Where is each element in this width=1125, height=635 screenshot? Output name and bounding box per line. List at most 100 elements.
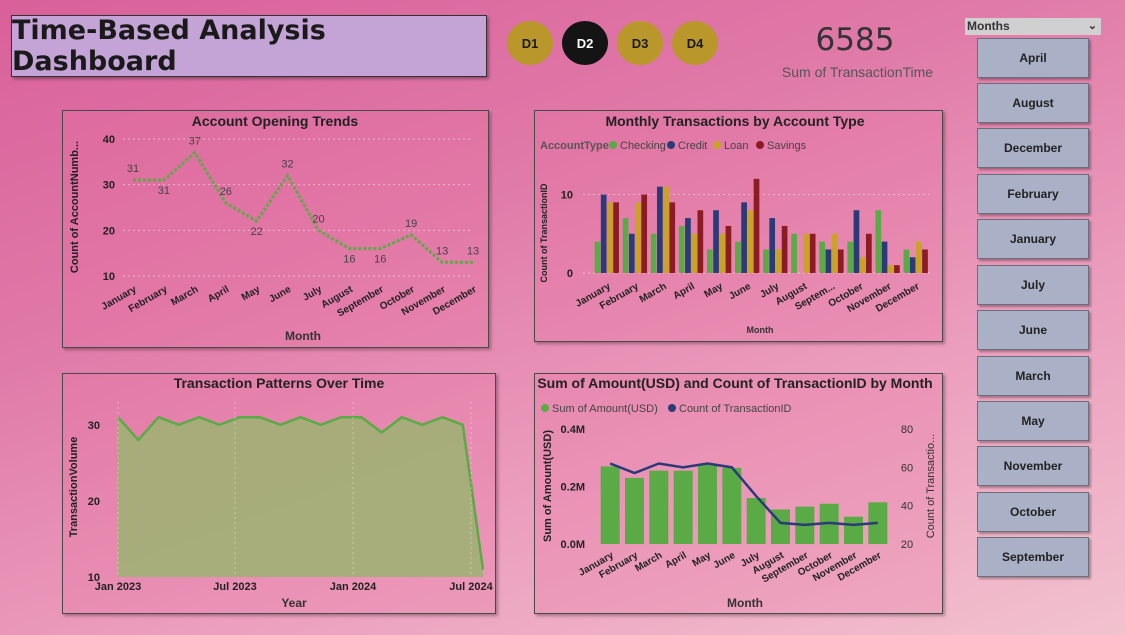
bar (775, 249, 782, 273)
x-tick-label: May (691, 550, 714, 569)
monthly-transactions-card: Monthly Transactions by Account Type Acco… (534, 110, 943, 342)
legend-marker (541, 404, 549, 412)
bar (669, 202, 676, 273)
slicer-item-june[interactable]: June (977, 310, 1089, 350)
x-axis-title: Month (727, 596, 763, 610)
slicer-item-july[interactable]: July (977, 265, 1089, 305)
bar (663, 186, 669, 273)
data-label: 22 (251, 226, 263, 238)
x-axis-title: Year (281, 596, 307, 610)
chart-title: Transaction Patterns Over Time (174, 375, 385, 391)
kpi-label: Sum of TransactionTime (781, 64, 934, 80)
slicer-item-march[interactable]: March (977, 356, 1089, 396)
transaction-patterns-chart: Transaction Patterns Over Time102030Jan … (68, 375, 494, 610)
legend-marker (667, 141, 675, 149)
data-label: 16 (343, 254, 355, 266)
x-tick-label: March (633, 550, 664, 574)
x-tick-label: June (712, 550, 738, 571)
x-tick-label: Jan 2024 (330, 581, 377, 593)
y-axis-title: Count of TransactionID (539, 183, 549, 283)
x-tick-label: June (267, 284, 293, 305)
bar (819, 241, 826, 273)
nav-button-d4[interactable]: D4 (672, 21, 718, 65)
slicer-item-may[interactable]: May (977, 401, 1089, 441)
area-fill (118, 417, 483, 577)
bar (594, 241, 601, 273)
data-label: 20 (312, 213, 324, 225)
amount-count-by-month-card: Sum of Amount(USD) and Count of Transact… (534, 373, 943, 614)
bar (650, 233, 657, 273)
bar (769, 218, 776, 273)
x-axis-title: Month (285, 329, 321, 343)
y-tick-label: 40 (103, 134, 115, 146)
bar (685, 218, 691, 273)
slicer-item-october[interactable]: October (977, 492, 1089, 532)
bar (865, 233, 872, 273)
slicer-item-january[interactable]: January (977, 219, 1089, 259)
y-right-axis-title: Count of Transactio... (925, 434, 937, 539)
y-axis-title: Sum of Amount(USD) (542, 430, 554, 542)
y-axis-title: Count of AccountNumb... (69, 141, 81, 273)
bar (622, 218, 629, 273)
months-slicer-header[interactable]: Months ⌄ (965, 18, 1101, 35)
chevron-down-icon[interactable]: ⌄ (1088, 18, 1097, 35)
bar (875, 210, 882, 273)
bar (735, 241, 741, 273)
nav-button-d2[interactable]: D2 (562, 21, 608, 65)
bar (657, 186, 663, 273)
bar (698, 464, 717, 544)
bar (678, 225, 685, 273)
bar (625, 477, 644, 544)
chart-title: Account Opening Trends (192, 113, 359, 129)
y-tick-label: 20 (88, 496, 100, 508)
bar (881, 241, 888, 273)
slicer-item-august[interactable]: August (977, 83, 1089, 123)
data-label: 32 (281, 159, 293, 171)
bar (894, 265, 900, 273)
account-opening-trends-chart: Account Opening Trends 10 20 30 40 31 31 37 26 22… (69, 113, 479, 343)
x-tick-label: April (672, 281, 697, 302)
bar (628, 233, 635, 273)
slicer-item-september[interactable]: September (977, 537, 1089, 577)
bar (697, 210, 704, 273)
bar (909, 257, 916, 273)
account-opening-trends-card: Account Opening Trends 10 20 30 40 31 31 37 26 22… (62, 110, 489, 348)
x-tick-label: Jul 2024 (449, 581, 493, 593)
bar (887, 265, 894, 273)
slicer-item-april[interactable]: April (977, 38, 1089, 78)
slicer-item-december[interactable]: December (977, 128, 1089, 168)
data-label: 31 (127, 163, 139, 175)
y-tick-label: 30 (88, 420, 100, 432)
y-axis-title: TransactionVolume (68, 437, 80, 538)
bar (791, 233, 797, 273)
x-tick-label: May (703, 281, 726, 300)
bar (719, 233, 726, 273)
bar (713, 210, 719, 273)
y-tick-label: 20 (103, 225, 115, 237)
transaction-patterns-card: Transaction Patterns Over Time 10 20 30 Jan … (62, 373, 496, 614)
x-tick-label: March (638, 281, 669, 305)
bar (600, 194, 607, 273)
bar (853, 210, 860, 273)
y-tick-label: 0.4M (561, 424, 585, 436)
bar (859, 257, 866, 273)
nav-button-d1[interactable]: D1 (507, 21, 553, 65)
bar (673, 470, 693, 544)
slicer-item-november[interactable]: November (977, 446, 1089, 486)
bar (837, 249, 844, 273)
bar (641, 194, 648, 273)
months-slicer-title: Months (967, 19, 1010, 33)
kpi-value: 6585 (815, 22, 895, 58)
nav-button-d3[interactable]: D3 (617, 21, 663, 65)
x-tick-label: May (240, 284, 263, 303)
data-label: 13 (467, 245, 479, 257)
series-line (133, 150, 473, 264)
bar (847, 241, 854, 273)
legend-marker (609, 141, 617, 149)
chart-title: Sum of Amount(USD) and Count of Transact… (537, 375, 932, 391)
y-tick-label: 10 (561, 190, 573, 202)
bar (747, 210, 754, 273)
slicer-item-february[interactable]: February (977, 174, 1089, 214)
data-label: 31 (158, 185, 170, 197)
x-tick-label: April (206, 284, 231, 305)
